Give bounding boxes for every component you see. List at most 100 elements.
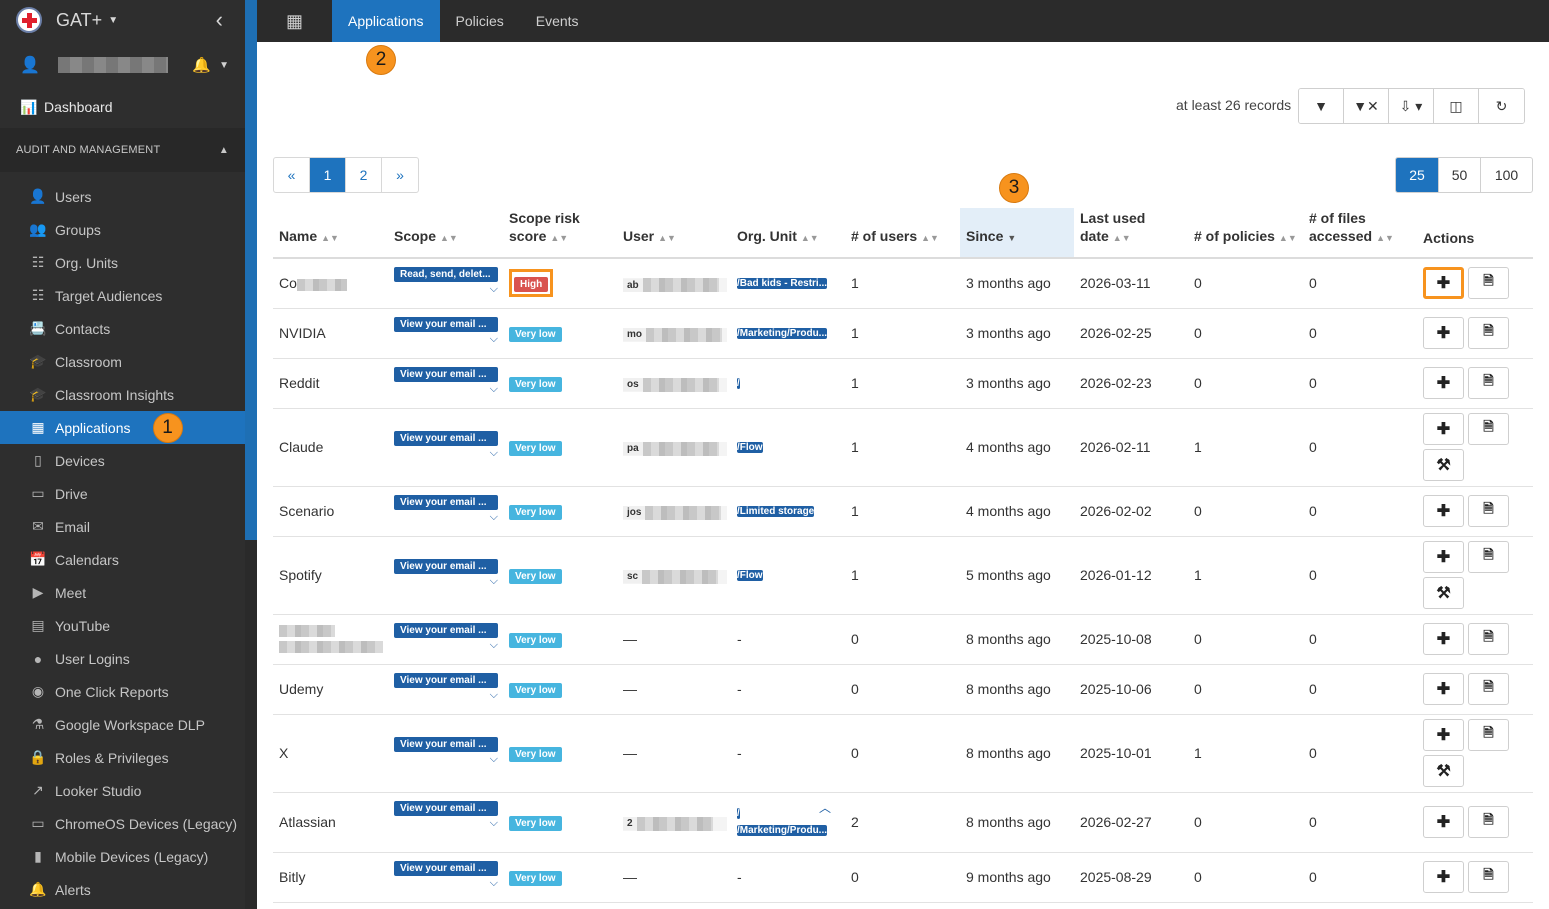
sidebar-item-youtube[interactable]: ▤ YouTube bbox=[0, 609, 245, 642]
sidebar-item-classroom[interactable]: 🎓 Classroom bbox=[0, 345, 245, 378]
org-unit-badge[interactable]: / bbox=[737, 808, 740, 819]
sidebar-item-email[interactable]: ✉ Email bbox=[0, 510, 245, 543]
manage-button[interactable]: ⚒ bbox=[1423, 755, 1464, 787]
scope-badge[interactable]: View your email ... bbox=[394, 558, 498, 574]
table-row[interactable]: Reddit View your email ... ⌵ Very low os/1 3 … bbox=[273, 358, 1533, 409]
org-unit-badge[interactable]: /Bad kids - Restri... bbox=[737, 277, 828, 289]
sidebar-item-users[interactable]: 👤 Users bbox=[0, 180, 245, 213]
org-unit-badge[interactable]: /Limited storage bbox=[737, 505, 815, 517]
chevron-down-icon[interactable]: ⌵ bbox=[394, 511, 498, 523]
add-policy-button[interactable]: ✚ bbox=[1423, 413, 1464, 445]
details-button[interactable]: 🗎 bbox=[1468, 541, 1509, 573]
tab-events[interactable]: Events bbox=[520, 0, 595, 42]
scope-badge[interactable]: View your email ... bbox=[394, 622, 498, 638]
scrollbar-thumb[interactable] bbox=[245, 0, 257, 540]
table-row[interactable]: X View your email ... ⌵ Very low — -0 8 months… bbox=[273, 714, 1533, 793]
col-user[interactable]: User ▲▼ bbox=[617, 208, 731, 259]
add-policy-button[interactable]: ✚ bbox=[1423, 806, 1464, 838]
col-scope[interactable]: Scope ▲▼ bbox=[388, 208, 503, 259]
export-icon[interactable]: ⇩ ▾ bbox=[1389, 89, 1434, 123]
col-name[interactable]: Name ▲▼ bbox=[273, 208, 388, 259]
details-button[interactable]: 🗎 bbox=[1468, 861, 1509, 893]
details-button[interactable]: 🗎 bbox=[1468, 317, 1509, 349]
sidebar-item-org-units[interactable]: ☷ Org. Units bbox=[0, 246, 245, 279]
page-size-100[interactable]: 100 bbox=[1481, 158, 1532, 192]
add-policy-button[interactable]: ✚ bbox=[1423, 719, 1464, 751]
sidebar-item-looker-studio[interactable]: ↗ Looker Studio bbox=[0, 774, 245, 807]
sidebar-item-classroom-insights[interactable]: 🎓 Classroom Insights bbox=[0, 378, 245, 411]
table-row[interactable]: Atlassian View your email ... ⌵ Very low 2//… bbox=[273, 792, 1533, 853]
col-org-unit[interactable]: Org. Unit ▲▼ bbox=[731, 208, 845, 259]
table-row[interactable]: Udemy View your email ... ⌵ Very low — -0 8 mo… bbox=[273, 664, 1533, 715]
org-unit-badge[interactable]: /Flow bbox=[737, 441, 763, 453]
page-size-25[interactable]: 25 bbox=[1396, 158, 1439, 192]
user-cell[interactable]: pa bbox=[623, 441, 727, 456]
clear-filter-icon[interactable]: ▼✕ bbox=[1344, 89, 1389, 123]
chevron-down-icon[interactable]: ⌵ bbox=[394, 333, 498, 345]
sidebar-item-dashboard[interactable]: 📊 Dashboard bbox=[0, 90, 245, 124]
sidebar-item-mobile-devices-legacy[interactable]: ▮ Mobile Devices (Legacy) bbox=[0, 840, 245, 873]
col-num-users[interactable]: # of users ▲▼ bbox=[845, 208, 960, 259]
user-cell[interactable]: 2 bbox=[623, 816, 727, 831]
tab-policies[interactable]: Policies bbox=[440, 0, 520, 42]
chevron-left-icon[interactable]: ‹ bbox=[216, 7, 223, 33]
bell-icon[interactable]: 🔔 bbox=[192, 56, 211, 74]
page-size-50[interactable]: 50 bbox=[1439, 158, 1481, 192]
sidebar-item-meet[interactable]: ▶ Meet bbox=[0, 576, 245, 609]
sidebar-item-calendars[interactable]: 📅 Calendars bbox=[0, 543, 245, 576]
table-row[interactable]: Co Read, send, delet... ⌵ High ab/Bad kids -… bbox=[273, 258, 1533, 309]
notifications-caret-icon[interactable]: ▼ bbox=[219, 60, 229, 71]
chevron-down-icon[interactable]: ⌵ bbox=[394, 383, 498, 395]
page-2[interactable]: 2 bbox=[346, 158, 382, 192]
add-policy-button[interactable]: ✚ bbox=[1423, 495, 1464, 527]
tab-applications[interactable]: Applications bbox=[332, 0, 440, 42]
scope-badge[interactable]: View your email ... bbox=[394, 736, 498, 752]
chevron-down-icon[interactable]: ⌵ bbox=[394, 575, 498, 587]
add-policy-button[interactable]: ✚ bbox=[1423, 541, 1464, 573]
scope-badge[interactable]: View your email ... bbox=[394, 494, 498, 510]
apps-grid-icon[interactable]: ▦ bbox=[257, 0, 332, 42]
details-button[interactable]: 🗎 bbox=[1468, 267, 1509, 300]
manage-button[interactable]: ⚒ bbox=[1423, 577, 1464, 609]
user-cell[interactable]: sc bbox=[623, 569, 727, 584]
scope-badge[interactable]: View your email ... bbox=[394, 860, 498, 876]
sidebar-item-applications[interactable]: ▦ Applications 1 bbox=[0, 411, 245, 444]
user-cell[interactable]: mo bbox=[623, 327, 727, 342]
table-row[interactable]: View your email ... ⌵ Very low — -0 8 months … bbox=[273, 614, 1533, 665]
sidebar-scrollbar[interactable] bbox=[245, 0, 257, 909]
scope-badge[interactable]: Read, send, delet... bbox=[394, 267, 498, 282]
sidebar-item-google-workspace-dlp[interactable]: ⚗ Google Workspace DLP bbox=[0, 708, 245, 741]
sidebar-item-chromeos-devices-legacy[interactable]: ▭ ChromeOS Devices (Legacy) bbox=[0, 807, 245, 840]
col-policies[interactable]: # of policies ▲▼ bbox=[1188, 208, 1303, 259]
add-policy-button[interactable]: ✚ bbox=[1423, 317, 1464, 349]
chevron-down-icon[interactable]: ⌵ bbox=[394, 689, 498, 701]
col-last-used[interactable]: Last used date ▲▼ bbox=[1074, 208, 1188, 259]
table-row[interactable]: NVIDIA View your email ... ⌵ Very low mo/Mar… bbox=[273, 308, 1533, 359]
page-next[interactable]: » bbox=[382, 158, 418, 192]
sidebar-item-target-audiences[interactable]: ☷ Target Audiences bbox=[0, 279, 245, 312]
sidebar-item-roles-privileges[interactable]: 🔒 Roles & Privileges bbox=[0, 741, 245, 774]
app-name[interactable]: GAT+ bbox=[56, 10, 102, 31]
table-row[interactable]: Claude View your email ... ⌵ Very low pa/Flo… bbox=[273, 408, 1533, 487]
details-button[interactable]: 🗎 bbox=[1468, 367, 1509, 399]
sidebar-item-user-logins[interactable]: ● User Logins bbox=[0, 642, 245, 675]
details-button[interactable]: 🗎 bbox=[1468, 623, 1509, 655]
add-policy-button[interactable]: ✚ bbox=[1423, 623, 1464, 655]
chevron-up-icon[interactable]: ︿ bbox=[819, 799, 831, 816]
chevron-down-icon[interactable]: ⌵ bbox=[394, 753, 498, 765]
sidebar-item-alerts[interactable]: 🔔 Alerts bbox=[0, 873, 245, 906]
col-since[interactable]: Since ▼ bbox=[960, 208, 1074, 259]
add-policy-button[interactable]: ✚ bbox=[1423, 267, 1464, 300]
details-button[interactable]: 🗎 bbox=[1468, 495, 1509, 527]
chevron-down-icon[interactable]: ⌵ bbox=[394, 639, 498, 651]
details-button[interactable]: 🗎 bbox=[1468, 413, 1509, 445]
details-button[interactable]: 🗎 bbox=[1468, 673, 1509, 705]
org-unit-badge[interactable]: / bbox=[737, 377, 740, 389]
table-row[interactable]: Bitly View your email ... ⌵ Very low — -0 9 mo… bbox=[273, 852, 1533, 903]
sidebar-item-contacts[interactable]: 📇 Contacts bbox=[0, 312, 245, 345]
page-1[interactable]: 1 bbox=[310, 158, 346, 192]
col-files-accessed[interactable]: # of files accessed ▲▼ bbox=[1303, 208, 1417, 259]
refresh-icon[interactable]: ↻ bbox=[1479, 89, 1524, 123]
section-audit-management[interactable]: AUDIT AND MANAGEMENT ▲ bbox=[0, 128, 245, 172]
scope-badge[interactable]: View your email ... bbox=[394, 430, 498, 446]
